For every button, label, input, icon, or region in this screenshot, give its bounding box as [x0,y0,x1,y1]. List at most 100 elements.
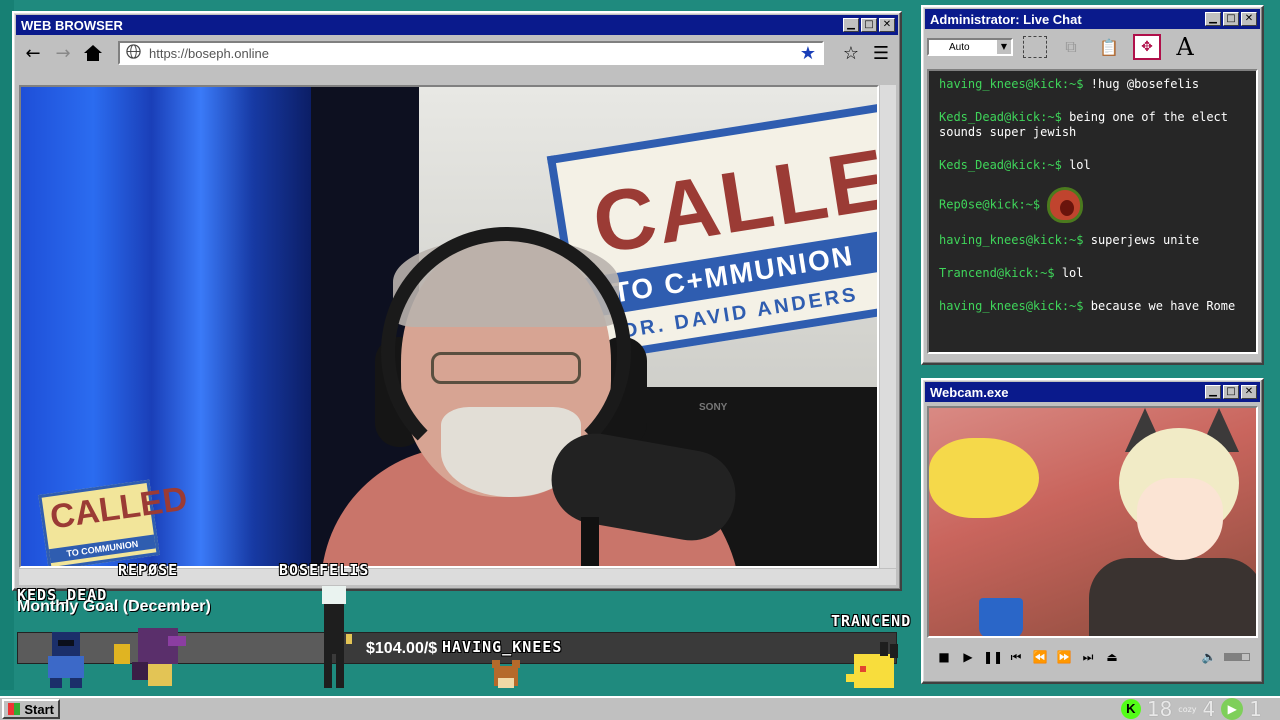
minimize-button[interactable]: ▁ [1205,385,1221,399]
chevron-down-icon[interactable]: ▼ [997,40,1011,54]
pause-icon[interactable]: ❚❚ [983,650,1003,664]
eject-icon[interactable]: ⏏ [1103,650,1121,664]
goal-label: Monthly Goal (December) [17,598,211,615]
url-text: https://boseph.online [149,45,269,61]
goal-amount: $104.00/$ [366,640,438,657]
chat-message: having_knees@kick:~$ because we have Rom… [939,299,1246,314]
media-controls: ■ ▶ ❚❚ ⏮ ⏪ ⏩ ⏭ ⏏ 🔈 [927,642,1258,672]
viewer-name: REPØSE [118,561,179,579]
dragon-sprite [108,622,192,692]
emote-icon [1047,187,1084,223]
speaker-icon[interactable]: 🔈 [1200,650,1218,664]
viewer-name: TRANCEND [831,612,912,630]
chat-username: Rep0se@kick:~$ [939,197,1041,212]
pikachu-sprite [846,640,906,694]
web-browser-window: WEB BROWSER ▁ □ ✕ ← → https://boseph.onl… [12,11,902,591]
stop-icon[interactable]: ■ [935,650,953,664]
avatar-face [1137,478,1223,560]
minimize-button[interactable]: ▁ [843,18,859,32]
chat-username: having_knees@kick:~$ [939,233,1084,247]
chat-username: having_knees@kick:~$ [939,77,1084,91]
back-arrow-icon[interactable]: ← [20,40,46,66]
chat-username: Trancend@kick:~$ [939,266,1055,280]
viewer-name: HAVING_KNEES [442,638,563,656]
menu-icon[interactable]: ☰ [868,40,894,66]
viewer-name: BOSEFELIS [279,561,370,579]
zoom-select-value: Auto [949,41,970,53]
webcam-title: Webcam.exe [930,384,1009,400]
paste-icon[interactable]: 📋 [1095,34,1123,60]
start-button[interactable]: Start [2,699,60,719]
font-icon[interactable]: A [1171,33,1199,61]
move-icon[interactable]: ✥ [1133,34,1161,60]
close-button[interactable]: ✕ [1241,385,1257,399]
plush-toy [929,438,1039,518]
tray-count-b: 4 [1202,697,1216,720]
live-chat-window: Administrator: Live Chat ▁ □ ✕ Auto ▼ ⧉ … [921,5,1264,365]
browser-title: WEB BROWSER [21,17,123,33]
chat-text: lol [1061,266,1084,280]
zoom-select[interactable]: Auto ▼ [927,38,1013,56]
webcam-titlebar[interactable]: Webcam.exe ▁ □ ✕ [925,382,1260,402]
chat-text: superjews unite [1090,233,1200,247]
chat-username: Keds_Dead@kick:~$ [939,158,1062,172]
browser-titlebar[interactable]: WEB BROWSER ▁ □ ✕ [16,15,898,35]
chat-titlebar[interactable]: Administrator: Live Chat ▁ □ ✕ [925,9,1260,29]
blue-mug [979,598,1023,636]
chat-text: lol [1069,158,1091,172]
speaker-glasses [431,352,581,384]
fox-sprite [490,660,522,692]
minimize-button[interactable]: ▁ [1205,12,1221,26]
chat-log[interactable]: having_knees@kick:~$ !hug @bosefelis Ked… [927,69,1258,354]
chat-toolbar: Auto ▼ ⧉ 📋 ✥ A [923,31,1262,63]
camera-brand: SONY [699,402,728,413]
select-tool-icon[interactable] [1023,36,1047,58]
system-tray: K 18 cozy 4 ▶ 1 [1120,697,1262,720]
windows-logo-icon [8,703,21,715]
webcam-feed [927,406,1258,638]
chat-text: !hug @bosefelis [1090,77,1200,91]
start-label: Start [24,701,54,717]
chat-message: Keds_Dead@kick:~$ lol [939,158,1246,173]
play-icon[interactable]: ▶ [959,650,977,664]
browser-navbar: ← → https://boseph.online ★ ☆ ☰ [14,37,900,69]
close-button[interactable]: ✕ [879,18,895,32]
copy-icon[interactable]: ⧉ [1057,34,1085,60]
maximize-button[interactable]: □ [861,18,877,32]
chat-title: Administrator: Live Chat [930,11,1082,27]
chat-username: Keds_Dead@kick:~$ [939,110,1062,124]
forward-arrow-icon[interactable]: → [50,40,76,66]
address-bar[interactable]: https://boseph.online ★ [118,41,824,65]
stream-video: CALLED TO C+MMUNION DR. DAVID ANDERS SON… [19,85,879,568]
home-icon[interactable] [80,40,106,66]
bookmark-star-icon[interactable]: ★ [800,43,816,64]
skip-back-icon[interactable]: ⏮ [1007,650,1025,665]
maximize-button[interactable]: □ [1223,385,1239,399]
chat-text: because we have Rome [1090,299,1236,313]
chat-message: Rep0se@kick:~$ [939,187,1246,223]
favorites-star-icon[interactable]: ☆ [838,40,864,66]
character-sprite [312,584,356,692]
fast-forward-icon[interactable]: ⏩ [1055,650,1073,664]
avatar-body [1089,558,1256,636]
chat-message: Keds_Dead@kick:~$ being one of the elect… [939,110,1246,140]
cozy-label: cozy [1178,704,1197,714]
rewind-icon[interactable]: ⏪ [1031,650,1049,664]
skip-forward-icon[interactable]: ⏭ [1079,650,1097,665]
play-circle-icon[interactable]: ▶ [1221,698,1244,720]
vertical-scrollbar[interactable] [880,85,896,568]
chat-message: having_knees@kick:~$ !hug @bosefelis [939,77,1246,92]
robot-sprite [38,630,94,690]
chat-message: having_knees@kick:~$ superjews unite [939,233,1246,248]
maximize-button[interactable]: □ [1223,12,1239,26]
kick-logo-icon[interactable]: K [1120,699,1141,719]
close-button[interactable]: ✕ [1241,12,1257,26]
show-logo: CALLED TO COMMUNION [38,479,190,566]
tray-count-a: 18 [1146,697,1173,720]
globe-icon [126,44,141,62]
tray-count-c: 1 [1249,697,1262,720]
chat-message: Trancend@kick:~$ lol [939,266,1246,281]
webcam-window: Webcam.exe ▁ □ ✕ ■ ▶ ❚❚ ⏮ ⏪ ⏩ ⏭ ⏏ 🔈 [921,378,1264,684]
volume-slider[interactable] [1224,653,1250,661]
taskbar: Start K 18 cozy 4 ▶ 1 [0,696,1280,720]
